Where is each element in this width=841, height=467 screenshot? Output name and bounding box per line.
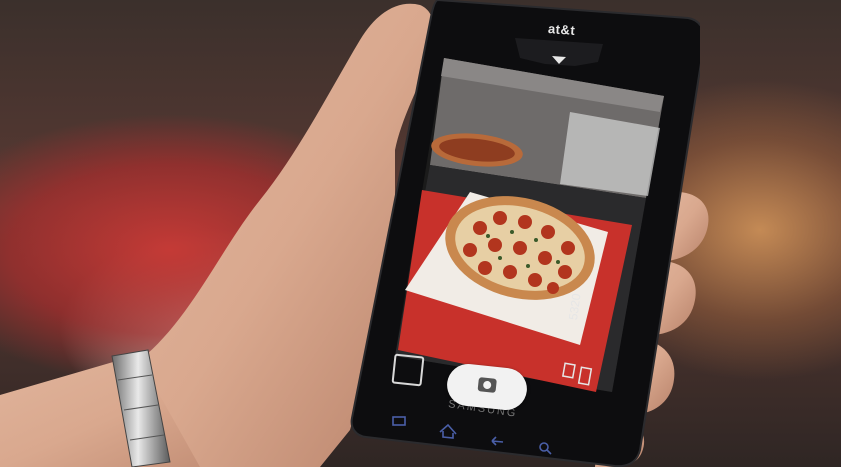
carrier-logo: at&t <box>547 21 576 38</box>
camera-icon <box>477 377 497 393</box>
scene: at&t SAMSUNG 5320 <box>0 0 841 467</box>
gallery-thumbnail-button[interactable] <box>391 353 425 387</box>
